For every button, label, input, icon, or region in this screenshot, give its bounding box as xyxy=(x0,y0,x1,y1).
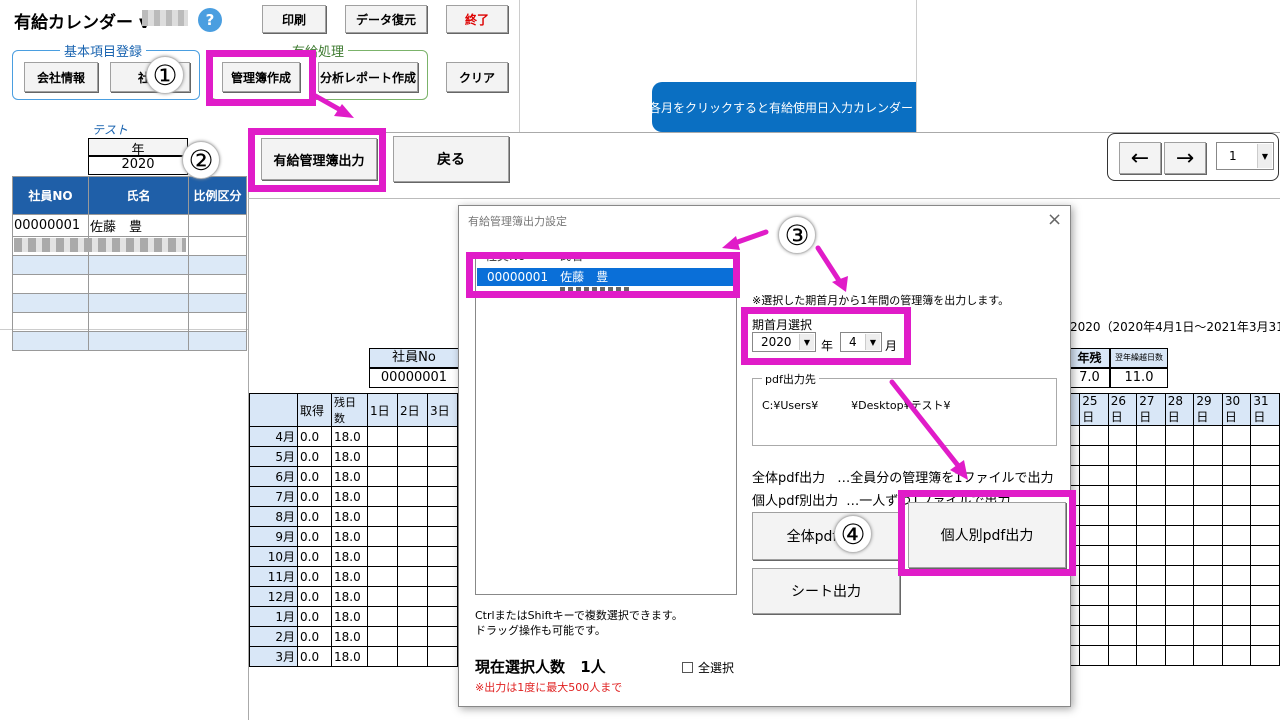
callout-2: ② xyxy=(182,141,220,179)
annotation-arrows xyxy=(309,91,968,480)
callout-3: ③ xyxy=(778,216,816,254)
callout-4: ④ xyxy=(834,515,872,553)
callout-1: ① xyxy=(146,56,184,94)
